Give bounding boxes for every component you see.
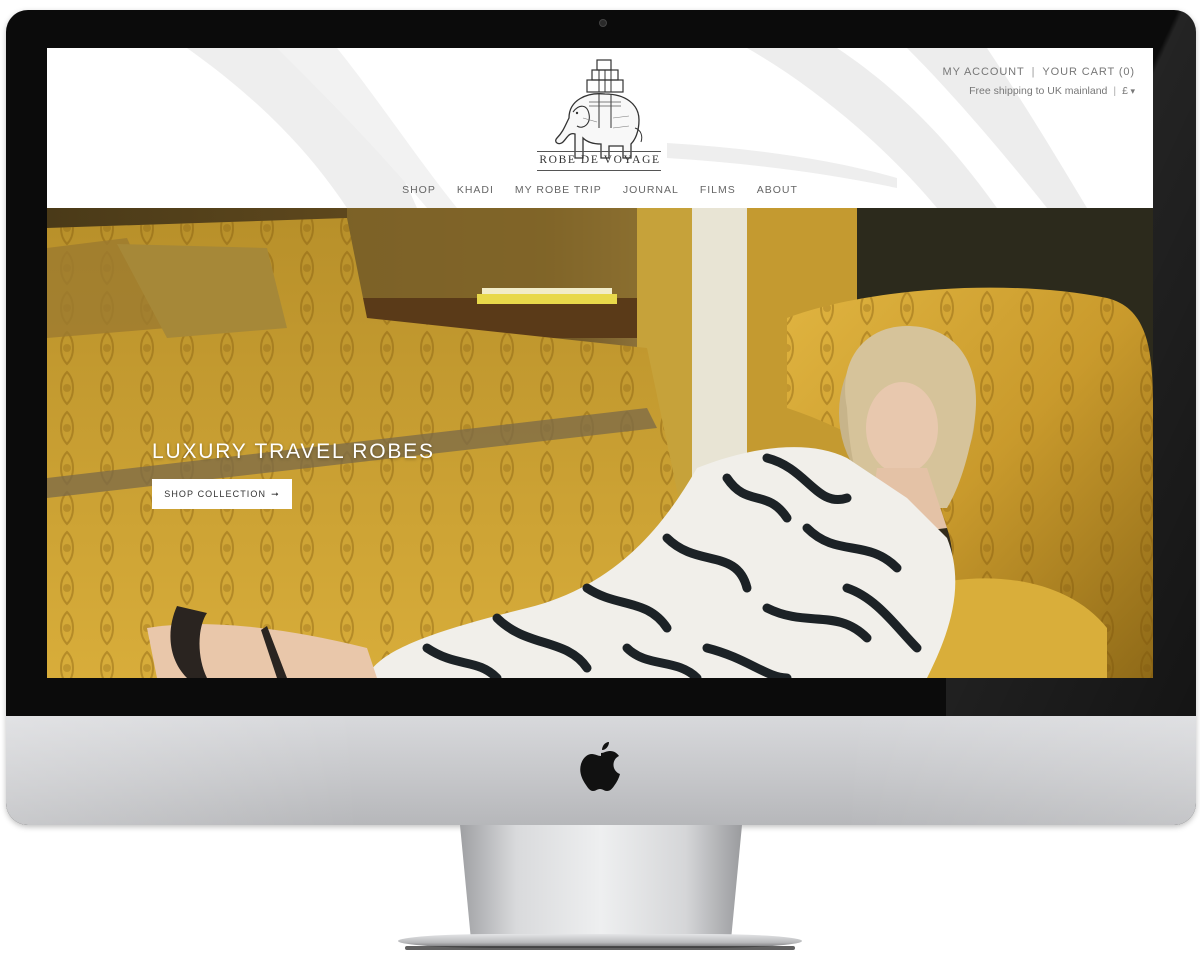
nav-item-shop[interactable]: SHOP [402,184,436,196]
hero-banner: LUXURY TRAVEL ROBES SHOP COLLECTION ➞ [47,208,1153,678]
nav-item-about[interactable]: ABOUT [757,184,798,196]
nav-item-khadi[interactable]: KHADI [457,184,494,196]
browser-screen: ROBE DE VOYAGE MY ACCOUNT | YOUR CART (0) … [47,48,1153,678]
site-header: ROBE DE VOYAGE MY ACCOUNT | YOUR CART (0) … [47,48,1153,208]
hero-title: LUXURY TRAVEL ROBES [152,440,435,463]
my-account-link[interactable]: MY ACCOUNT [943,66,1025,78]
account-links: MY ACCOUNT | YOUR CART (0) [943,66,1136,78]
brand-wordmark[interactable]: ROBE DE VOYAGE [535,154,665,166]
main-nav: SHOP KHADI MY ROBE TRIP JOURNAL FILMS ABOUT [47,184,1153,196]
separator: | [1113,85,1117,97]
apple-icon [580,742,620,791]
webcam [599,19,607,27]
shop-collection-label: SHOP COLLECTION [164,489,267,499]
shipping-bar: Free shipping to UK mainland | £ ▾ [969,85,1135,97]
shop-collection-button[interactable]: SHOP COLLECTION ➞ [152,479,292,509]
caret-down-icon: ▾ [1127,86,1135,96]
nav-item-films[interactable]: FILMS [700,184,736,196]
logo-rule-top [537,151,661,152]
shipping-note: Free shipping to UK mainland [969,85,1108,97]
imac-stand [460,825,742,943]
nav-item-my-robe-trip[interactable]: MY ROBE TRIP [515,184,602,196]
nav-item-journal[interactable]: JOURNAL [623,184,679,196]
currency-selector[interactable]: £ ▾ [1122,85,1135,97]
separator: | [1031,66,1036,78]
stand-shadow [405,946,795,950]
logo-rule-bottom [537,170,661,171]
arrow-right-icon: ➞ [271,488,280,499]
cart-link[interactable]: YOUR CART (0) [1042,66,1135,78]
